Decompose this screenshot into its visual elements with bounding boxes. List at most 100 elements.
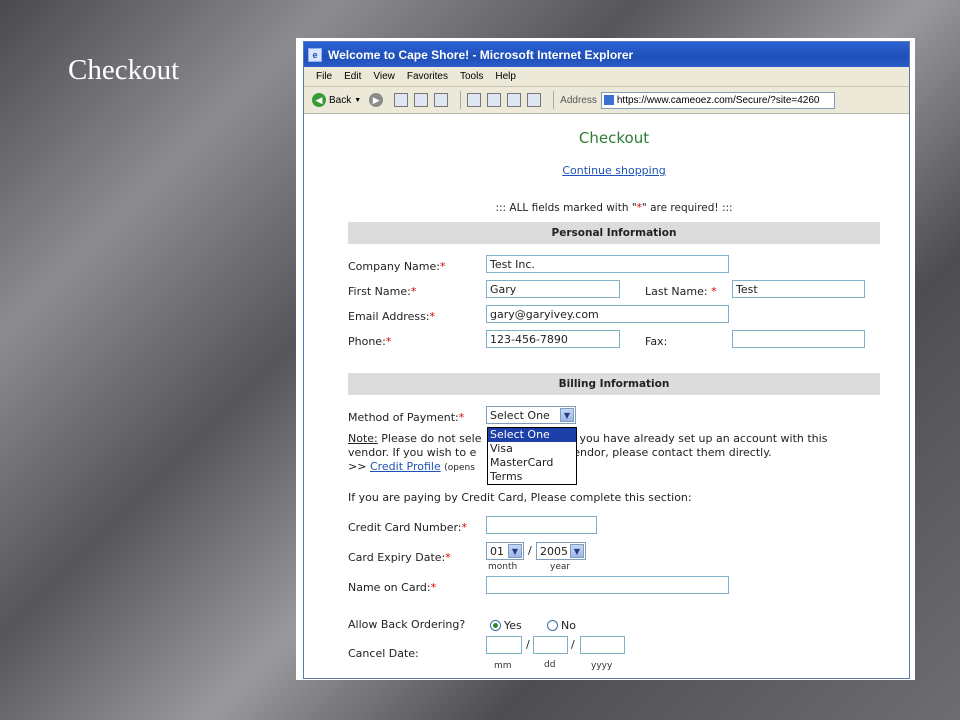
expiry-year-value: 2005 [540,544,568,558]
cancel-year-input[interactable] [580,636,625,654]
refresh-icon[interactable] [414,93,429,107]
expiry-slash: / [528,544,532,557]
page-title: Checkout [578,129,650,147]
note-line-1: Note: Please do not sele ss you have alre… [348,432,827,445]
edit-icon[interactable] [507,93,522,107]
cc-number-label: Credit Card Number:* [348,521,467,534]
last-name-label: Last Name: * [645,285,717,298]
expiry-month-select[interactable]: 01 ▼ [486,542,524,560]
company-label-text: Company Name: [348,260,440,273]
continue-shopping-link[interactable]: Continue shopping [304,164,909,177]
cancel-day-input[interactable] [533,636,568,654]
menu-view[interactable]: View [373,71,395,82]
personal-info-header: Personal Information [348,222,880,244]
page-content: Checkout Continue shopping ::: ALL field… [304,114,909,678]
required-note-suffix: " are required! ::: [641,202,733,214]
menu-bar: File Edit View Favorites Tools Help [304,67,909,87]
address-label: Address [560,94,597,106]
chevron-down-icon[interactable]: ▼ [508,544,522,558]
payment-dropdown-list: Select One Visa MasterCard Terms [487,427,577,485]
search-icon[interactable] [467,93,482,107]
slide-title: Checkout [68,54,180,86]
address-bar[interactable]: https://www.cameoez.com/Secure/?site=426… [600,91,835,109]
fax-input[interactable] [732,330,865,348]
menu-edit[interactable]: Edit [344,71,361,82]
back-button[interactable]: ◀ Back ▼ [312,93,361,107]
chevron-down-icon[interactable]: ▼ [560,408,574,422]
backorder-no-radio[interactable] [547,620,558,631]
menu-file[interactable]: File [316,71,332,82]
toolbar-separator [460,91,462,109]
browser-window: e Welcome to Cape Shore! - Microsoft Int… [303,41,910,679]
payment-label: Method of Payment:* [348,411,464,424]
payment-option[interactable]: Terms [488,470,576,484]
address-url: https://www.cameoez.com/Secure/?site=426… [616,94,820,106]
last-name-label-text: Last Name: [645,285,708,298]
backorder-yes-radio[interactable] [490,620,501,631]
payment-option[interactable]: Select One [488,428,576,442]
chevron-down-icon[interactable]: ▼ [570,544,584,558]
toolbar-separator [553,91,555,109]
required-note-prefix: ::: ALL fields marked with " [495,202,637,214]
cancel-date-label: Cancel Date: [348,647,419,660]
back-dropdown-icon[interactable]: ▼ [354,97,361,104]
company-label: Company Name:* [348,260,446,273]
phone-input[interactable]: 123-456-7890 [486,330,620,348]
required-star: * [440,260,446,273]
cancel-slash-2: / [571,638,575,651]
opens-text: (opens [444,463,475,473]
menu-tools[interactable]: Tools [460,71,483,82]
stop-icon[interactable] [394,93,409,107]
last-name-input[interactable]: Test [732,280,865,298]
required-star: * [711,285,717,298]
back-label: Back [329,94,352,106]
window-title: Welcome to Cape Shore! - Microsoft Inter… [328,47,634,62]
expiry-year-select[interactable]: 2005 ▼ [536,542,586,560]
note-text-1a: Please do not sele [381,432,482,445]
company-input[interactable]: Test Inc. [486,255,729,273]
page-icon [603,95,614,105]
required-star: * [410,285,417,298]
dd-caption: dd [544,660,556,670]
email-input[interactable]: gary@garyivey.com [486,305,729,323]
credit-profile-link[interactable]: Credit Profile [370,460,441,473]
year-caption: year [550,562,571,572]
payment-option[interactable]: Visa [488,442,576,456]
window-title-bar: e Welcome to Cape Shore! - Microsoft Int… [304,42,909,67]
home-icon[interactable] [434,93,449,107]
browser-toolbar: ◀ Back ▼ ▶ Address https://www.cameoez.c… [304,87,909,114]
email-label-text: Email Address: [348,310,430,323]
payment-select-value: Select One [490,408,550,422]
required-note: ::: ALL fields marked with "*" are requi… [304,202,909,214]
ie-logo-icon: e [308,47,322,62]
expiry-label-text: Card Expiry Date: [348,551,446,564]
cc-number-input[interactable] [486,516,597,534]
expiry-month-value: 01 [490,544,504,558]
first-name-input[interactable]: Gary [486,280,620,298]
phone-label: Phone:* [348,335,391,348]
name-on-card-input[interactable] [486,576,729,594]
forward-button[interactable]: ▶ [369,93,386,107]
note-text-1b: ss you have already set up an account wi… [564,432,828,445]
screenshot-frame: e Welcome to Cape Shore! - Microsoft Int… [296,38,915,680]
messenger-icon[interactable] [527,93,542,107]
cancel-month-input[interactable] [486,636,522,654]
first-name-label: First Name:* [348,285,416,298]
required-star: * [458,411,465,424]
fax-label: Fax: [645,335,668,348]
note-line-3: >> Credit Profile (opens [348,460,475,473]
payment-option[interactable]: MasterCard [488,456,576,470]
menu-help[interactable]: Help [495,71,516,82]
payment-select[interactable]: Select One ▼ [486,406,576,424]
mm-caption: mm [494,661,512,671]
backorder-label: Allow Back Ordering? [348,618,466,631]
backorder-no-label: No [561,619,576,632]
menu-favorites[interactable]: Favorites [407,71,448,82]
note-label: Note: [348,432,378,445]
month-caption: month [488,562,518,572]
required-star: * [461,521,468,534]
forward-arrow-icon: ▶ [369,93,384,107]
phone-label-text: Phone: [348,335,386,348]
print-icon[interactable] [487,93,502,107]
name-on-card-label-text: Name on Card: [348,581,431,594]
